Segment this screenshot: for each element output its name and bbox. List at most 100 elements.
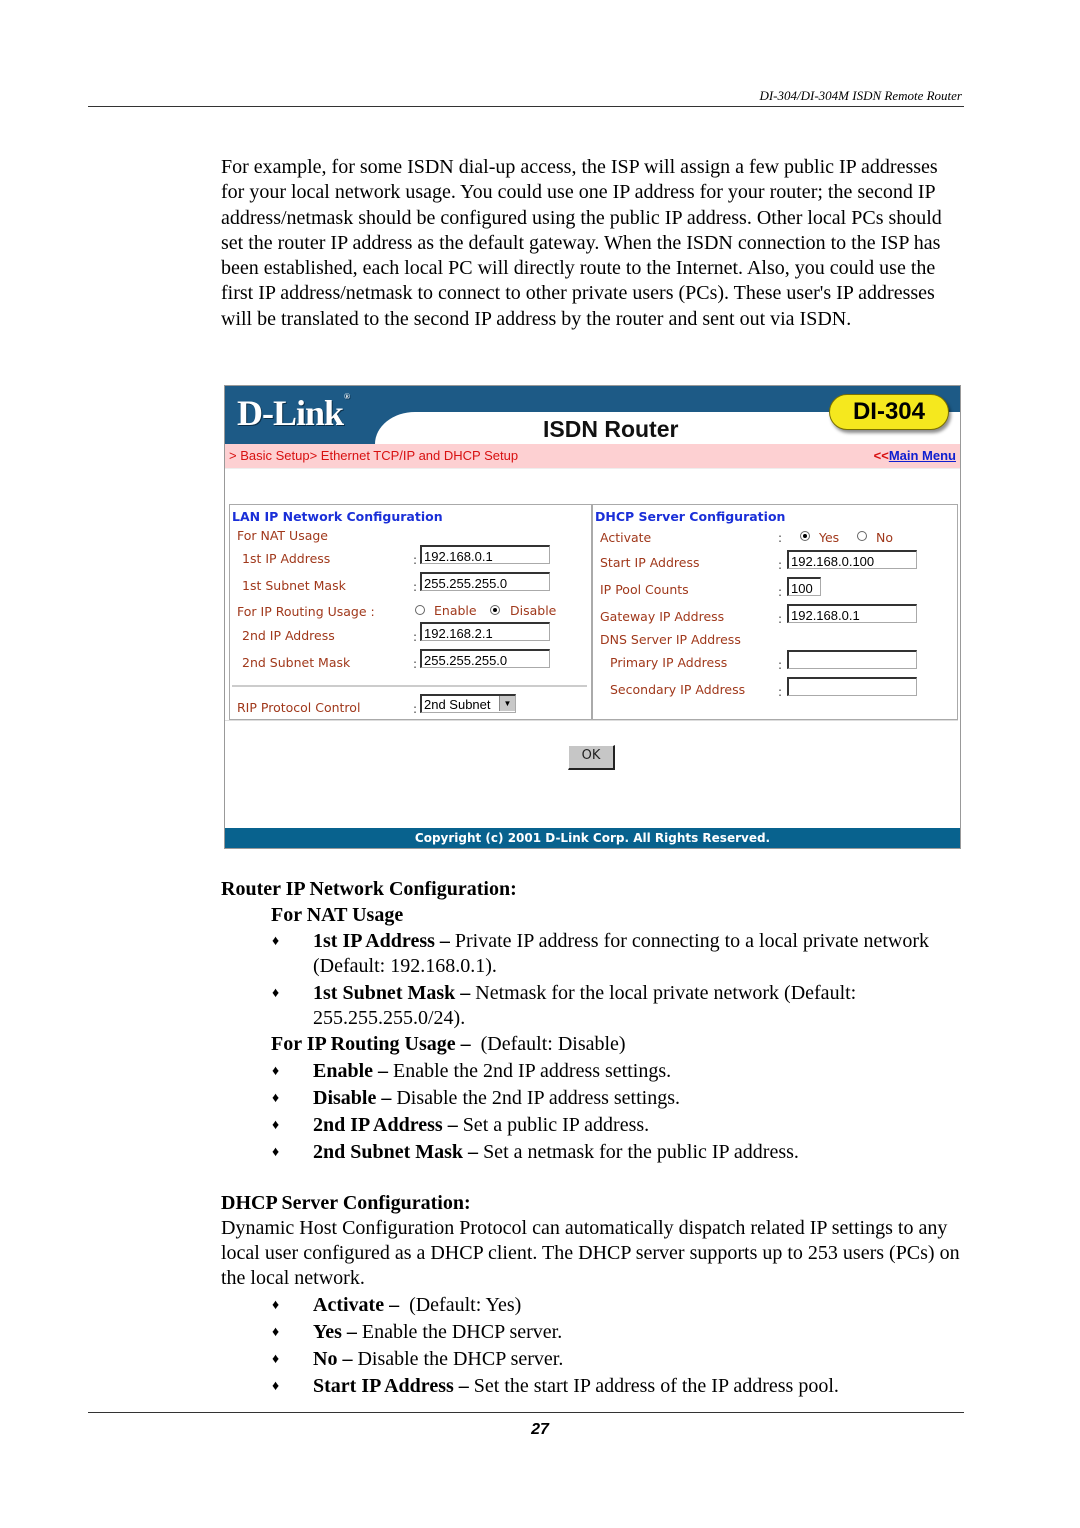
bullet-text: Set a public IP address. [457, 1114, 650, 1136]
main-menu-link[interactable]: Main Menu [889, 448, 956, 463]
diamond-bullet-icon: ♦ [272, 1379, 280, 1394]
ok-button[interactable]: OK [568, 745, 615, 770]
rip-label: RIP Protocol Control [237, 700, 361, 715]
lan-config-panel: LAN IP Network Configuration For NAT Usa… [229, 504, 592, 720]
bullet-text: (Default: Yes) [399, 1294, 522, 1316]
dhcp-section-title: DHCP Server Configuration [595, 509, 786, 524]
dhcp-config-panel: DHCP Server Configuration Activate : Yes… [592, 504, 958, 720]
start-ip-label: Start IP Address [600, 555, 700, 570]
gateway-input[interactable]: 192.168.0.1 [787, 604, 917, 623]
bullet-text: Set the start IP address of the IP addre… [468, 1375, 839, 1397]
activate-no-radio[interactable] [857, 531, 867, 541]
bullet-term: 2nd Subnet Mask – [313, 1141, 479, 1163]
bullet-term: 2nd IP Address – [313, 1114, 458, 1136]
diamond-bullet-icon: ♦ [272, 1064, 280, 1079]
ip2-label: 2nd IP Address [242, 628, 335, 643]
dropdown-arrow-icon[interactable]: ▼ [499, 696, 515, 711]
action-area: OK [225, 720, 958, 833]
colon: : [778, 612, 783, 626]
bullet-text: Enable the DHCP server. [356, 1321, 563, 1343]
pool-count-input[interactable]: 100 [787, 577, 821, 596]
primary-dns-input[interactable] [787, 650, 917, 669]
router-ui-screenshot: D-Link® ISDN Router DI-304 > Basic Setup… [224, 385, 961, 849]
secondary-dns-input[interactable] [787, 677, 917, 696]
bullet-term: Disable – [313, 1087, 392, 1109]
ip1-input[interactable]: 192.168.0.1 [420, 545, 550, 564]
pool-count-label: IP Pool Counts [600, 582, 689, 597]
colon: : [413, 630, 418, 644]
colon: : [413, 580, 418, 594]
dlink-logo: D-Link® [237, 392, 350, 434]
bullet-term: Start IP Address – [313, 1375, 469, 1397]
routing-usage-heading: For IP Routing Usage – [271, 1033, 471, 1055]
breadcrumb: > Basic Setup> Ethernet TCP/IP and DHCP … [229, 448, 519, 463]
diamond-bullet-icon: ♦ [272, 1298, 280, 1313]
mask2-input[interactable]: 255.255.255.0 [420, 649, 550, 668]
colon: : [778, 658, 783, 672]
routing-usage-heading-line: For IP Routing Usage – (Default: Disable… [271, 1032, 626, 1057]
colon: : [778, 585, 783, 599]
dns-label: DNS Server IP Address [600, 632, 741, 647]
bullet-text: Set a netmask for the public IP address. [478, 1141, 799, 1163]
logo-text: D-Link [237, 393, 344, 433]
diamond-bullet-icon: ♦ [272, 1091, 280, 1106]
copyright-bar: Copyright (c) 2001 D-Link Corp. All Righ… [225, 828, 960, 848]
page-number: 27 [531, 1421, 549, 1438]
routing-enable-radio[interactable] [415, 605, 425, 615]
product-title: ISDN Router [543, 416, 679, 442]
rip-select[interactable]: 2nd Subnet ▼ [420, 694, 516, 713]
routing-disable-radio[interactable] [490, 605, 500, 615]
footer-rule [88, 1412, 964, 1413]
routing-usage-label: For IP Routing Usage : [237, 604, 375, 619]
colon: : [778, 558, 783, 572]
diamond-bullet-icon: ♦ [272, 1325, 280, 1340]
ip1-label: 1st IP Address [242, 551, 331, 566]
lan-divider [232, 685, 587, 687]
registered-mark: ® [344, 392, 350, 401]
nat-usage-heading: For NAT Usage [271, 904, 404, 926]
colon: : [778, 685, 783, 699]
routing-default: (Default: Disable) [470, 1033, 626, 1055]
running-header: DI-304/DI-304M ISDN Remote Router [88, 86, 964, 107]
gateway-label: Gateway IP Address [600, 609, 725, 624]
model-badge: DI-304 [829, 394, 949, 430]
bullet-term: Yes – [313, 1321, 357, 1343]
bullet-term: 1st IP Address – [313, 930, 450, 952]
rip-selected-value: 2nd Subnet [424, 697, 491, 712]
bullet-term: Activate – [313, 1294, 400, 1316]
dhcp-section-heading: DHCP Server Configuration: [221, 1192, 471, 1214]
colon: : [413, 657, 418, 671]
routing-disable-label: Disable [510, 603, 557, 618]
colon: : [413, 702, 418, 716]
diamond-bullet-icon: ♦ [272, 934, 280, 949]
lan-section-title: LAN IP Network Configuration [232, 509, 443, 524]
ip2-input[interactable]: 192.168.2.1 [420, 622, 550, 641]
activate-yes-radio[interactable] [800, 531, 810, 541]
bullet-text: Disable the DHCP server. [352, 1348, 564, 1370]
diamond-bullet-icon: ♦ [272, 1145, 280, 1160]
main-menu-link-container[interactable]: <<Main Menu [874, 448, 956, 463]
running-header-title: DI-304/DI-304M ISDN Remote Router [759, 88, 962, 103]
diamond-bullet-icon: ♦ [272, 986, 280, 1001]
header-banner: D-Link® ISDN Router DI-304 [225, 386, 960, 444]
bullet-term: 1st Subnet Mask – [313, 982, 471, 1004]
mask1-label: 1st Subnet Mask [242, 578, 346, 593]
start-ip-input[interactable]: 192.168.0.100 [787, 550, 917, 569]
back-arrows-icon: << [873, 448, 889, 463]
bullet-text: Enable the 2nd IP address settings. [388, 1060, 672, 1082]
colon: : [413, 553, 418, 567]
mask1-input[interactable]: 255.255.255.0 [420, 572, 550, 591]
intro-paragraph: For example, for some ISDN dial-up acces… [221, 156, 942, 330]
router-section-heading: Router IP Network Configuration: [221, 878, 517, 900]
diamond-bullet-icon: ♦ [272, 1118, 280, 1133]
colon: : [778, 531, 783, 545]
secondary-dns-label: Secondary IP Address [610, 682, 746, 697]
primary-dns-label: Primary IP Address [610, 655, 728, 670]
dhcp-paragraph: Dynamic Host Configuration Protocol can … [221, 1217, 960, 1289]
routing-enable-label: Enable [434, 603, 477, 618]
nat-usage-label: For NAT Usage [237, 528, 328, 543]
breadcrumb-bar: > Basic Setup> Ethernet TCP/IP and DHCP … [225, 444, 960, 469]
bullet-text: Disable the 2nd IP address settings. [391, 1087, 681, 1109]
diamond-bullet-icon: ♦ [272, 1352, 280, 1367]
mask2-label: 2nd Subnet Mask [242, 655, 351, 670]
